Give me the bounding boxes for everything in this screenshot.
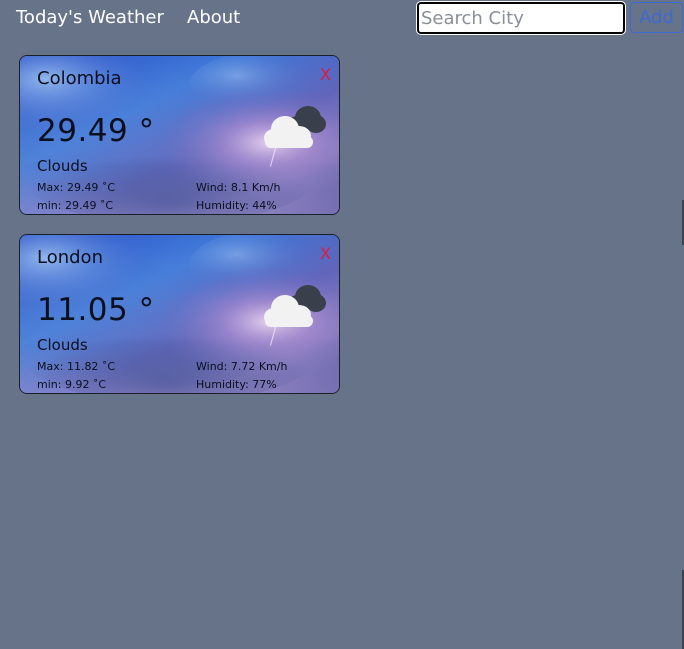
add-city-button[interactable]: Add xyxy=(630,2,683,33)
card-temperature: 29.49 ° xyxy=(37,113,155,149)
card-city-name: London xyxy=(37,247,103,268)
card-close-button[interactable]: X xyxy=(320,244,331,263)
card-wind: Wind: 7.72 Km/h xyxy=(196,360,288,373)
card-humidity: Humidity: 44% xyxy=(196,199,277,212)
card-max-temp: Max: 11.82 ˚C xyxy=(37,360,116,373)
navbar: Today's Weather About Add xyxy=(0,0,684,36)
card-temperature: 11.05 ° xyxy=(37,292,155,328)
card-weather-description: Clouds xyxy=(37,157,88,175)
card-close-button[interactable]: X xyxy=(320,65,331,84)
card-max-temp: Max: 29.49 ˚C xyxy=(37,181,116,194)
card-min-temp: min: 29.49 ˚C xyxy=(37,199,114,212)
card-weather-description: Clouds xyxy=(37,336,88,354)
nav-about-link[interactable]: About xyxy=(187,6,240,30)
card-min-temp: min: 9.92 ˚C xyxy=(37,378,107,391)
search-city-input[interactable] xyxy=(416,1,626,35)
card-humidity: Humidity: 77% xyxy=(196,378,277,391)
cloudy-icon xyxy=(264,106,326,148)
card-city-name: Colombia xyxy=(37,68,122,89)
cloudy-icon xyxy=(264,285,326,327)
weather-card-london: London X 11.05 ° Clouds Max: 11.82 ˚C mi… xyxy=(19,234,340,394)
card-wind: Wind: 8.1 Km/h xyxy=(196,181,281,194)
weather-card-colombia: Colombia X 29.49 ° Clouds Max: 29.49 ˚C … xyxy=(19,55,340,215)
nav-brand-link[interactable]: Today's Weather xyxy=(16,6,164,30)
